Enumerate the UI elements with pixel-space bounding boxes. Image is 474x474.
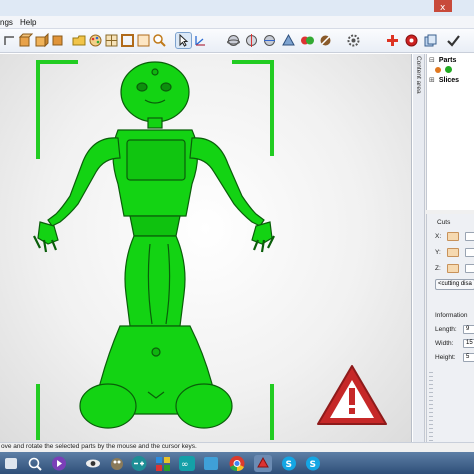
window-title-bar: x: [0, 0, 474, 16]
collapse-icon[interactable]: ⊞: [429, 77, 435, 84]
tree-item-slices[interactable]: ⊞ Slices: [429, 76, 459, 87]
cut-x-label: X:: [435, 233, 442, 240]
taskbar-app-icon[interactable]: [2, 455, 20, 472]
cut-y-field[interactable]: [465, 248, 474, 257]
splitter-grip[interactable]: [429, 372, 433, 442]
warning-icon: [317, 365, 387, 425]
cutting-mode-dropdown[interactable]: <cutting disa: [435, 279, 474, 290]
gear-icon[interactable]: [346, 33, 361, 48]
part-icon: [435, 67, 441, 73]
svg-text:S: S: [286, 460, 292, 470]
check-icon[interactable]: [446, 33, 461, 48]
cut-z-label: Z:: [435, 265, 441, 272]
select-box-icon[interactable]: [136, 33, 151, 48]
information-header: Information: [435, 312, 468, 319]
viewport-canvas: [33, 60, 387, 440]
viewport-3d[interactable]: [0, 54, 412, 442]
properties-panel: Cuts X: Y: Z: <cutting disa Information …: [426, 214, 474, 442]
height-label: Height:: [435, 354, 456, 361]
svg-text:∞: ∞: [181, 460, 189, 470]
height-value: 5: [463, 353, 474, 362]
green-dot-icon: [444, 66, 452, 73]
width-value: 15: [463, 339, 474, 348]
rotate-icon[interactable]: [2, 33, 17, 48]
status-bar: ove and rotate the selected parts by the…: [0, 442, 474, 452]
length-label: Length:: [435, 326, 457, 333]
eye-icon[interactable]: [84, 455, 102, 472]
sketchup-icon[interactable]: [254, 455, 272, 472]
window-controls: x: [434, 0, 452, 13]
cut-z-toggle[interactable]: [447, 264, 459, 273]
content-area-label: Content area: [415, 56, 422, 94]
target-icon[interactable]: [404, 33, 419, 48]
menu-item-settings[interactable]: ngs: [0, 18, 13, 27]
parts-tree: ⊟ Parts ⊞ Slices: [426, 54, 474, 210]
cut-z-field[interactable]: [465, 264, 474, 273]
cube-icon[interactable]: [18, 33, 33, 48]
svg-text:x: x: [440, 3, 446, 13]
add-part-icon[interactable]: [385, 33, 400, 48]
search-icon[interactable]: [26, 455, 44, 472]
menu-bar: ngs Help: [0, 16, 474, 29]
width-label: Width:: [435, 340, 454, 347]
app-square-icon[interactable]: [202, 455, 220, 472]
folder-open-icon[interactable]: [72, 33, 87, 48]
sphere-axis-icon[interactable]: [244, 33, 259, 48]
palette-icon[interactable]: [88, 33, 103, 48]
skype-icon-2[interactable]: S: [304, 455, 322, 472]
cut-y-toggle[interactable]: [447, 248, 459, 257]
cube-front-icon[interactable]: [34, 33, 49, 48]
sphere-rotate-icon[interactable]: [262, 33, 277, 48]
main-toolbar: [0, 29, 474, 53]
cut-y-label: Y:: [435, 249, 441, 256]
arduino-icon[interactable]: [130, 455, 148, 472]
zoom-icon[interactable]: [152, 33, 167, 48]
hammer-icon[interactable]: [318, 33, 333, 48]
grid-icon[interactable]: [104, 33, 119, 48]
color-sphere-icon[interactable]: [300, 33, 315, 48]
puzzle-icon[interactable]: [154, 455, 172, 472]
chrome-icon[interactable]: [228, 455, 246, 472]
arduino-ide-icon[interactable]: ∞: [178, 455, 196, 472]
shape-icon[interactable]: [281, 33, 296, 48]
media-player-icon[interactable]: [50, 455, 68, 472]
frame-icon[interactable]: [120, 33, 135, 48]
cut-x-field[interactable]: [465, 232, 474, 241]
length-value: 9: [463, 325, 474, 334]
expand-icon[interactable]: ⊟: [429, 57, 435, 64]
content-area-tab[interactable]: Content area: [413, 54, 425, 442]
svg-text:S: S: [310, 460, 316, 470]
skype-icon[interactable]: S: [280, 455, 298, 472]
move-axes-icon[interactable]: [193, 33, 208, 48]
taskbar: ∞ S S: [0, 452, 474, 474]
sphere-icon[interactable]: [226, 33, 241, 48]
menu-item-help[interactable]: Help: [20, 18, 36, 27]
status-text: ove and rotate the selected parts by the…: [1, 443, 197, 450]
cut-x-toggle[interactable]: [447, 232, 459, 241]
robot-model[interactable]: [33, 61, 275, 429]
gimp-icon[interactable]: [108, 455, 126, 472]
cursor-select-icon[interactable]: [175, 32, 192, 49]
cuts-header: Cuts: [437, 219, 451, 226]
duplicate-icon[interactable]: [423, 33, 438, 48]
cube-side-icon[interactable]: [50, 33, 65, 48]
